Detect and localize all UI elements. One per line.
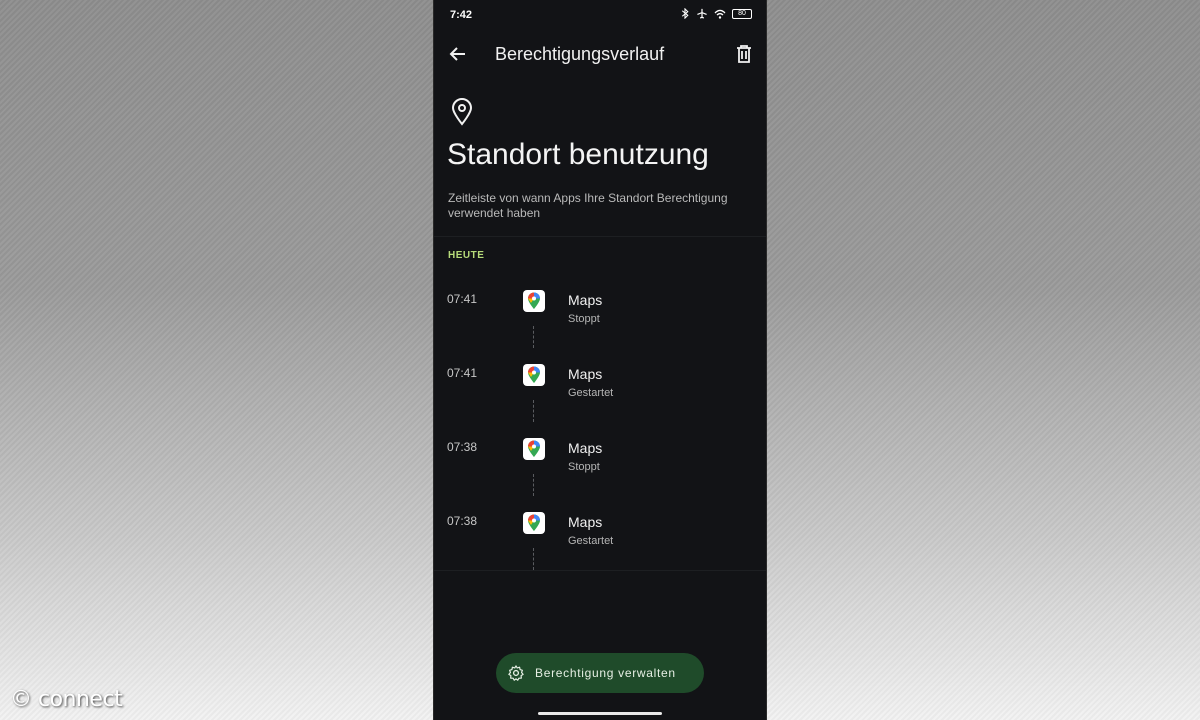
entry-time: 07:41 — [447, 292, 478, 306]
page-description: Zeitleiste von wann Apps Ihre Standort B… — [448, 191, 728, 220]
entry-time: 07:41 — [447, 366, 478, 380]
timeline-connector — [533, 400, 534, 422]
divider — [434, 570, 766, 571]
bluetooth-icon — [681, 8, 689, 19]
status-time: 7:42 — [450, 9, 473, 21]
back-arrow-icon[interactable] — [446, 42, 470, 66]
manage-permission-button[interactable]: Berechtigung verwalten — [496, 653, 704, 693]
wifi-icon — [714, 9, 726, 19]
app-bar-title: Berechtigungsverlauf — [495, 44, 665, 64]
entry-app-name: Maps — [568, 292, 603, 308]
timeline-entry[interactable]: 07:41 Maps Gestartet — [434, 356, 766, 430]
entry-app-name: Maps — [568, 440, 603, 456]
timeline-entry[interactable]: 07:38 Maps Gestartet — [434, 504, 766, 578]
battery-icon: 80 — [732, 8, 752, 19]
maps-app-icon — [523, 512, 545, 534]
timeline-connector — [533, 326, 534, 348]
manage-permission-label: Berechtigung verwalten — [535, 666, 676, 680]
app-bar: Berechtigungsverlauf — [434, 34, 766, 74]
status-icons: 80 — [680, 8, 752, 19]
entry-state: Stoppt — [568, 461, 600, 473]
trash-icon[interactable] — [732, 42, 756, 66]
gesture-nav-bar[interactable] — [538, 712, 662, 715]
timeline-entry[interactable]: 07:41 Maps Stoppt — [434, 282, 766, 356]
watermark: © connect — [10, 687, 123, 712]
maps-app-icon — [523, 290, 545, 312]
status-bar: 7:42 80 — [434, 0, 766, 28]
phone-screen: 7:42 80 Berechtigungsverlauf Standort be… — [434, 0, 766, 720]
entry-state: Gestartet — [568, 535, 614, 547]
timeline-connector — [533, 474, 534, 496]
maps-app-icon — [523, 364, 545, 386]
entry-state: Gestartet — [568, 387, 614, 399]
entry-time: 07:38 — [447, 514, 478, 528]
entry-app-name: Maps — [568, 514, 603, 530]
section-label-today: HEUTE — [448, 250, 485, 261]
timeline-list: 07:41 Maps Stoppt 07:41 Maps Gestartet 0… — [434, 282, 766, 578]
timeline-connector — [533, 548, 534, 570]
entry-app-name: Maps — [568, 366, 603, 382]
gear-icon — [508, 665, 524, 681]
entry-state: Stoppt — [568, 313, 600, 325]
timeline-entry[interactable]: 07:38 Maps Stoppt — [434, 430, 766, 504]
divider — [434, 236, 766, 237]
airplane-icon — [697, 8, 707, 19]
location-pin-icon — [451, 98, 473, 126]
page-title: Standort benutzung — [447, 138, 709, 171]
entry-time: 07:38 — [447, 440, 478, 454]
maps-app-icon — [523, 438, 545, 460]
